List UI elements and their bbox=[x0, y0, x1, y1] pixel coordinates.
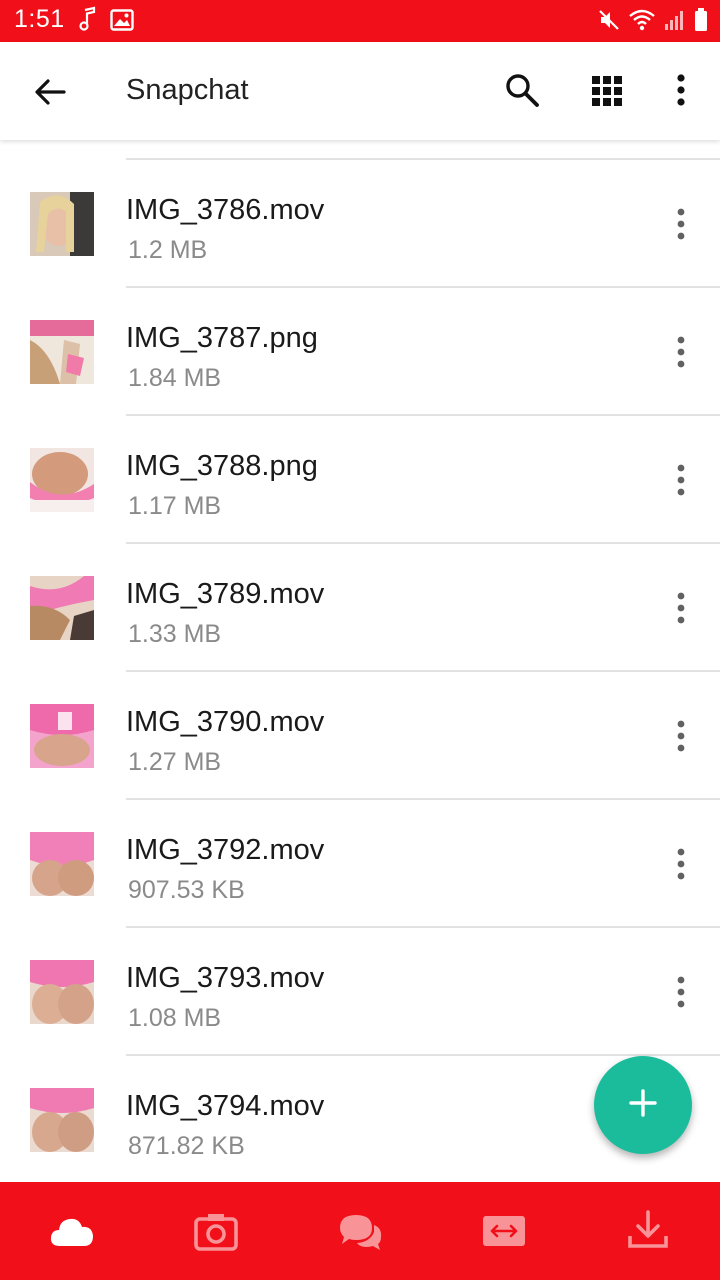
more-vert-icon[interactable] bbox=[666, 200, 696, 248]
app-bar: Snapchat bbox=[0, 42, 720, 140]
file-thumbnail bbox=[30, 960, 94, 1024]
battery-icon bbox=[694, 8, 708, 37]
more-vert-icon[interactable] bbox=[666, 456, 696, 504]
file-thumbnail bbox=[30, 832, 94, 896]
list-item[interactable]: IMG_3788.png 1.17 MB bbox=[0, 416, 720, 544]
file-size: 1.17 MB bbox=[128, 492, 222, 520]
file-thumbnail bbox=[30, 320, 94, 384]
cloud-icon[interactable] bbox=[48, 1210, 96, 1252]
file-thumbnail bbox=[30, 192, 94, 256]
file-size: 1.84 MB bbox=[128, 364, 222, 392]
file-size: 1.2 MB bbox=[128, 236, 208, 264]
add-button[interactable] bbox=[594, 1056, 692, 1154]
image-icon bbox=[110, 9, 134, 36]
file-size: 871.82 KB bbox=[128, 1132, 245, 1160]
more-vert-icon[interactable] bbox=[666, 584, 696, 632]
download-icon[interactable] bbox=[624, 1210, 672, 1252]
music-note-icon bbox=[78, 6, 98, 37]
more-vert-icon[interactable] bbox=[666, 968, 696, 1016]
file-thumbnail bbox=[30, 576, 94, 640]
search-icon[interactable] bbox=[502, 70, 542, 110]
mute-icon bbox=[598, 8, 620, 37]
list-item[interactable]: IMG_3786.mov 1.2 MB bbox=[0, 160, 720, 288]
file-list: IMG_3786.mov 1.2 MB IMG_3787.png 1.84 MB… bbox=[0, 140, 720, 1182]
chat-icon[interactable] bbox=[336, 1210, 384, 1252]
more-vert-icon[interactable] bbox=[666, 328, 696, 376]
status-time: 1:51 bbox=[14, 5, 65, 33]
file-name: IMG_3790.mov bbox=[126, 706, 325, 738]
list-item[interactable]: IMG_3792.mov 907.53 KB bbox=[0, 800, 720, 928]
status-bar: 1:51 bbox=[0, 0, 720, 42]
bottom-nav bbox=[0, 1182, 720, 1280]
file-name: IMG_3792.mov bbox=[126, 834, 325, 866]
file-size: 907.53 KB bbox=[128, 876, 245, 904]
list-item[interactable]: IMG_3787.png 1.84 MB bbox=[0, 288, 720, 416]
grid-view-icon[interactable] bbox=[590, 74, 624, 108]
more-vert-icon[interactable] bbox=[666, 840, 696, 888]
transfer-icon[interactable] bbox=[480, 1210, 528, 1252]
list-item[interactable]: IMG_3789.mov 1.33 MB bbox=[0, 544, 720, 672]
more-vert-icon[interactable] bbox=[666, 70, 696, 110]
wifi-icon bbox=[628, 8, 656, 37]
file-name: IMG_3787.png bbox=[126, 322, 318, 354]
file-size: 1.33 MB bbox=[128, 620, 222, 648]
file-name: IMG_3786.mov bbox=[126, 194, 325, 226]
file-name: IMG_3794.mov bbox=[126, 1090, 325, 1122]
file-thumbnail bbox=[30, 1088, 94, 1152]
file-size: 1.27 MB bbox=[128, 748, 222, 776]
file-thumbnail bbox=[30, 704, 94, 768]
list-item[interactable]: IMG_3790.mov 1.27 MB bbox=[0, 672, 720, 800]
signal-icon bbox=[664, 9, 686, 36]
page-title: Snapchat bbox=[126, 74, 249, 106]
file-name: IMG_3793.mov bbox=[126, 962, 325, 994]
file-thumbnail bbox=[30, 448, 94, 512]
more-vert-icon[interactable] bbox=[666, 712, 696, 760]
camera-icon[interactable] bbox=[192, 1210, 240, 1252]
back-arrow-icon[interactable] bbox=[30, 72, 70, 112]
plus-icon bbox=[628, 1088, 658, 1123]
list-item[interactable]: IMG_3793.mov 1.08 MB bbox=[0, 928, 720, 1056]
file-size: 1.08 MB bbox=[128, 1004, 222, 1032]
file-name: IMG_3788.png bbox=[126, 450, 318, 482]
file-name: IMG_3789.mov bbox=[126, 578, 325, 610]
